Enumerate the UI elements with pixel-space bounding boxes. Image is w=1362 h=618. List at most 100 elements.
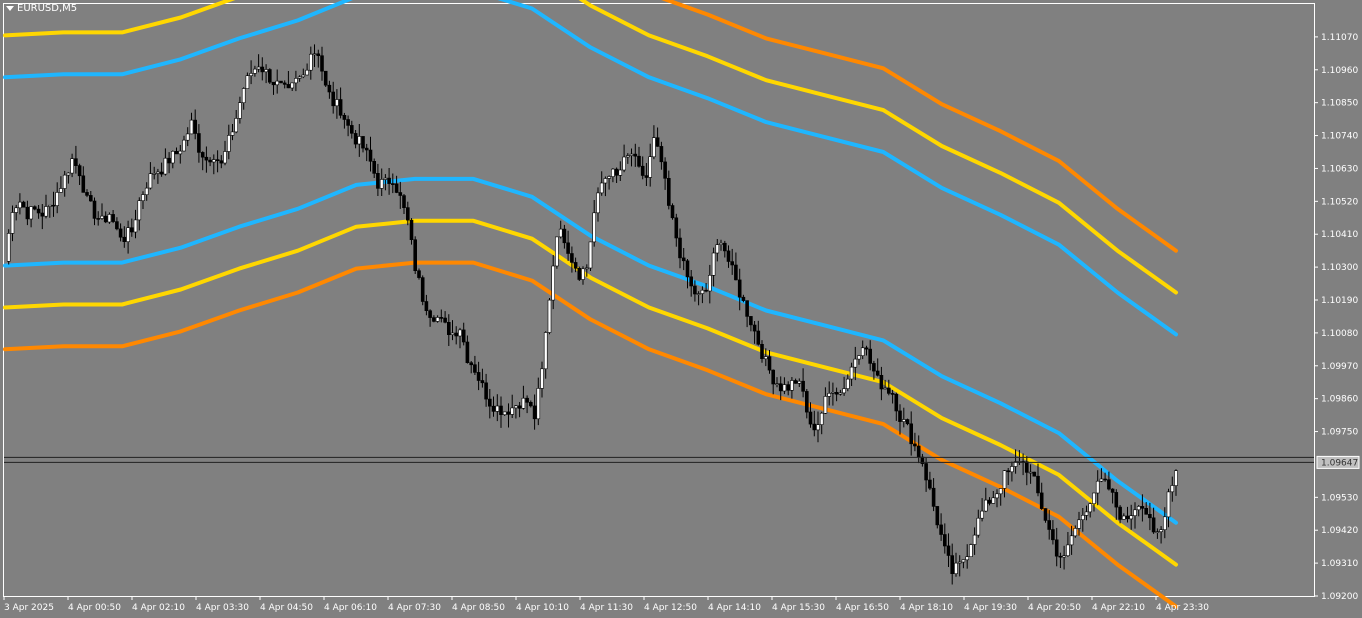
candle-body <box>1174 470 1178 486</box>
candle-body <box>1062 555 1066 558</box>
time-tick-label: 4 Apr 12:50 <box>644 603 697 613</box>
dropdown-triangle-icon[interactable] <box>6 6 14 11</box>
candle-body <box>308 53 313 71</box>
candle-body <box>36 208 41 214</box>
candle-body <box>976 517 981 536</box>
candle-body <box>853 358 858 368</box>
candle-body <box>588 241 593 269</box>
candle-body <box>167 157 171 164</box>
candle-body <box>238 102 242 119</box>
candle-body <box>849 366 854 380</box>
candles <box>6 44 1178 585</box>
candle-body <box>831 391 835 394</box>
candle-body <box>752 324 757 332</box>
candle-body <box>74 158 78 166</box>
chart-plot[interactable]: 1.09647 1.11070 1.10960 1.10850 1.10740 1.10… <box>0 0 1362 618</box>
candle-body <box>1002 470 1007 489</box>
candle-body <box>357 136 362 145</box>
candle-body <box>857 355 861 360</box>
candle-body <box>1039 492 1044 509</box>
candle-body <box>6 233 11 262</box>
candle-body <box>707 274 712 292</box>
candle-body <box>819 412 824 425</box>
candle-body <box>625 155 630 158</box>
time-tick-label: 4 Apr 08:50 <box>452 603 505 613</box>
candle-body <box>790 380 794 391</box>
candle-body <box>111 214 115 222</box>
price-tick-label: 1.10190 <box>1321 296 1358 306</box>
candle-body <box>778 383 783 392</box>
candle-body <box>763 356 768 360</box>
candle-body <box>424 301 429 311</box>
price-tick-label: 1.09310 <box>1321 559 1358 569</box>
candle-body <box>361 136 365 149</box>
time-axis[interactable]: 3 Apr 2025 4 Apr 00:50 4 Apr 02:10 4 Apr 03… <box>3 596 1209 613</box>
candle-body <box>681 257 686 262</box>
candle-body <box>394 183 399 193</box>
time-tick-label: 4 Apr 14:10 <box>708 603 761 613</box>
candle-body <box>100 215 104 219</box>
chart-window[interactable]: 1.09647 1.11070 1.10960 1.10850 1.10740 1.10… <box>0 0 1362 618</box>
candle-body <box>227 135 231 152</box>
candle-body <box>797 380 802 384</box>
candle-body <box>10 212 15 234</box>
candle-body <box>1058 555 1063 558</box>
candle-body <box>894 393 899 412</box>
band-lines <box>3 0 1178 609</box>
candle-body <box>77 165 82 177</box>
candle-body <box>1051 529 1055 541</box>
candle-body <box>47 204 52 207</box>
candle-body <box>730 261 735 266</box>
candle-body <box>133 219 138 233</box>
candle-body <box>1095 480 1100 494</box>
price-axis[interactable]: 1.11070 1.10960 1.10850 1.10740 1.10630 1.105… <box>1314 33 1358 602</box>
candle-body <box>942 534 947 547</box>
candle-body <box>204 156 209 161</box>
candle-body <box>816 424 820 431</box>
candle-body <box>402 195 406 209</box>
candle-body <box>1151 517 1156 533</box>
candle-body <box>484 382 488 400</box>
candle-body <box>118 228 123 238</box>
candle-body <box>558 228 563 238</box>
candle-body <box>1103 478 1107 481</box>
symbol-title[interactable]: EURUSD,M5 <box>6 3 77 14</box>
candle-body <box>420 277 425 302</box>
candle-body <box>290 82 295 89</box>
candle-body <box>1088 503 1092 513</box>
candle-body <box>1148 513 1152 519</box>
candle-body <box>1010 466 1014 473</box>
candle-body <box>551 265 556 301</box>
plot-area-border <box>3 3 1315 597</box>
candle-body <box>577 267 582 280</box>
price-tick-label: 1.09860 <box>1321 395 1358 405</box>
candle-body <box>693 285 697 295</box>
candle-body <box>70 158 74 174</box>
candle-body <box>230 131 235 136</box>
candle-body <box>59 188 63 193</box>
candle-body <box>1159 529 1163 533</box>
candle-body <box>879 374 884 390</box>
candle-body <box>845 378 850 389</box>
candle-body <box>946 545 951 556</box>
candle-body <box>256 66 261 70</box>
price-tick-label: 1.11070 <box>1321 33 1358 43</box>
candle-body <box>1069 535 1074 546</box>
candle-body <box>696 293 701 295</box>
candle-body <box>432 317 436 322</box>
candle-body <box>126 227 130 242</box>
candle-body <box>368 149 373 162</box>
candle-body <box>379 179 384 189</box>
candle-body <box>1170 485 1175 493</box>
candle-body <box>767 356 772 371</box>
band-inner-upper <box>3 0 1178 337</box>
price-tick-label: 1.10410 <box>1321 230 1358 240</box>
candle-body <box>1136 506 1141 511</box>
candle-body <box>443 317 447 323</box>
candle-body <box>581 268 585 280</box>
candle-body <box>689 276 694 287</box>
candle-body <box>21 201 26 208</box>
candle-body <box>1133 509 1137 516</box>
candle-body <box>376 173 380 189</box>
candle-body <box>860 347 865 356</box>
